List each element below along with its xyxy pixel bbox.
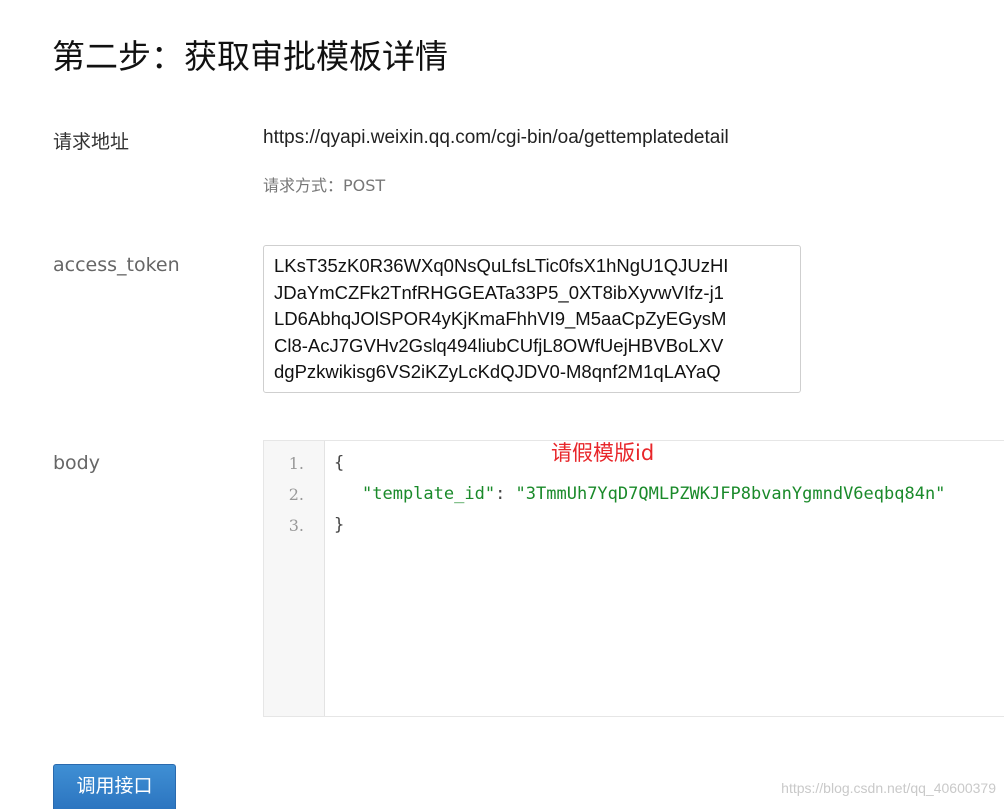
page-title: 第二步：获取审批模板详情: [52, 37, 448, 76]
request-method: 请求方式：POST: [263, 176, 386, 195]
line-number: 3.: [288, 516, 304, 535]
access-token-line: LD6AbhqJOlSPOR4yKjKmaFhhVI9_M5aaCpZyEGys…: [274, 308, 727, 329]
line-number: 1.: [288, 454, 304, 473]
template-id-annotation: 请假模版id: [551, 441, 655, 465]
access-token-line: JDaYmCZFk2TnfRHGGEATa33P5_0XT8ibXyvwVIfz…: [274, 281, 724, 303]
request-address-label: 请求地址: [53, 131, 130, 153]
json-colon: :: [495, 484, 516, 504]
access-token-input[interactable]: LKsT35zK0R36WXq0NsQuLfsLTic0fsX1hNgU1QJU…: [263, 245, 801, 393]
line-number: 2.: [288, 485, 304, 504]
api-debug-page: 第二步：获取审批模板详情 请求地址 https://qyapi.weixin.q…: [0, 0, 1004, 809]
code-line-template-id: "template_id": "3TmmUh7YqD7QMLPZWKJFP8bv…: [362, 484, 945, 504]
access-token-label: access_token: [53, 254, 180, 276]
body-label: body: [53, 452, 100, 474]
access-token-line: dgPzkwikisg6VS2iKZyLcKdQJDV0-M8qnf2M1qLA…: [274, 361, 721, 382]
json-value: "3TmmUh7YqD7QMLPZWKJFP8bvanYgmndV6eqbq84…: [515, 484, 946, 504]
call-api-button[interactable]: 调用接口: [53, 764, 176, 809]
body-code-editor[interactable]: 1. 2. 3. { "template_id": "3TmmUh7YqD7QM…: [263, 440, 1004, 717]
json-key: "template_id": [362, 484, 496, 504]
code-line-close-brace: }: [334, 515, 345, 535]
request-url: https://qyapi.weixin.qq.com/cgi-bin/oa/g…: [263, 127, 729, 148]
access-token-line: LKsT35zK0R36WXq0NsQuLfsLTic0fsX1hNgU1QJU…: [274, 255, 729, 276]
access-token-line: Cl8-AcJ7GVHv2Gslq494liubCUfjL8OWfUejHBVB…: [274, 334, 724, 356]
code-line-open-brace: {: [334, 453, 345, 473]
watermark: https://blog.csdn.net/qq_40600379: [781, 780, 996, 796]
line-number-gutter: 1. 2. 3.: [264, 441, 325, 716]
